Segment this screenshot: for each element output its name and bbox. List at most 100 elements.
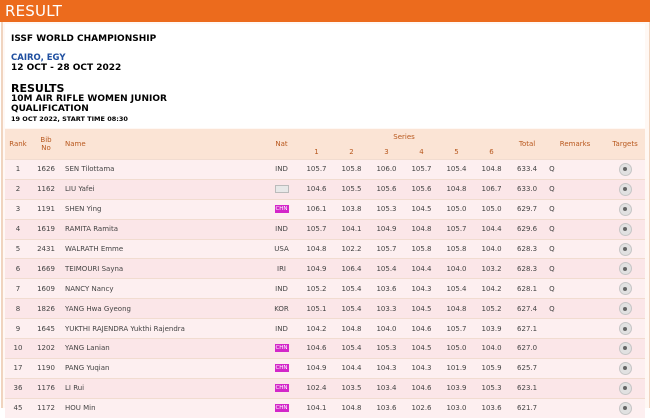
target-icon[interactable] (618, 322, 632, 336)
chn-flag-icon: CHN (274, 364, 289, 373)
event-info: ISSF WORLD CHAMPIONSHIP CAIRO, EGY 12 OC… (5, 24, 645, 128)
series-5-score: 104.8 (439, 298, 474, 319)
series-3-score: 105.6 (369, 178, 404, 200)
target-icon[interactable] (618, 302, 632, 316)
athlete-name: PANG Yuqian (61, 357, 264, 379)
series-3-score: 104.0 (369, 318, 404, 339)
target-icon[interactable] (618, 381, 632, 395)
nat-code: IND (275, 284, 288, 293)
series-1-score: 106.1 (299, 198, 334, 220)
col-rank: Rank (5, 129, 31, 160)
athlete-name: WALRATH Emme (61, 238, 264, 259)
target-icon[interactable] (618, 361, 632, 375)
series-3-score: 105.7 (369, 238, 404, 259)
targets-cell (605, 298, 646, 319)
total-cell: 625.7 (509, 357, 546, 379)
rank-cell: 9 (5, 318, 31, 339)
remarks-cell: Q (545, 298, 606, 319)
series-3-score: 104.9 (369, 218, 404, 240)
series-5-score: 105.0 (439, 338, 474, 359)
series-4-score: 105.8 (404, 238, 439, 259)
table-row: 4 1619 RAMITA Ramita IND 105.7 104.1 104.9 104.… (5, 218, 646, 240)
rank-cell: 10 (5, 338, 31, 359)
total-cell: 628.1 (509, 278, 546, 299)
targets-cell (605, 198, 646, 220)
series-1-score: 105.1 (299, 298, 334, 319)
series-3-score: 104.3 (369, 357, 404, 379)
remarks-cell: Q (545, 258, 606, 279)
total-cell: 629.6 (509, 218, 546, 240)
chn-flag-icon: CHN (274, 384, 289, 393)
table-row: 6 1669 TEIMOURI Sayna IRI 104.9 106.4 105.4 104… (5, 258, 646, 279)
targets-cell (605, 258, 646, 279)
series-4-score: 104.4 (404, 258, 439, 279)
series-5-score: 105.7 (439, 218, 474, 240)
series-5-score: 104.8 (439, 178, 474, 200)
total-cell: 627.1 (509, 318, 546, 339)
series-1-score: 102.4 (299, 377, 334, 399)
targets-cell (605, 238, 646, 259)
series-4-score: 104.3 (404, 278, 439, 299)
bib-cell: 2431 (31, 238, 61, 259)
total-cell: 628.3 (509, 238, 546, 259)
series-5-score: 105.8 (439, 238, 474, 259)
athlete-name: RAMITA Ramita (61, 218, 264, 240)
remarks-cell: Q (545, 178, 606, 200)
target-icon[interactable] (618, 282, 632, 296)
target-icon[interactable] (618, 222, 632, 236)
bib-cell: 1826 (31, 298, 61, 319)
series-4-score: 104.6 (404, 318, 439, 339)
series-2-score: 104.8 (334, 318, 369, 339)
series-3-score: 103.3 (369, 298, 404, 319)
targets-cell (605, 377, 646, 399)
target-icon[interactable] (618, 242, 632, 256)
series-5-score: 105.7 (439, 318, 474, 339)
target-icon[interactable] (618, 202, 632, 216)
athlete-name: SEN Tilottama (61, 159, 264, 180)
nat-cell: IND (264, 318, 299, 339)
remarks-cell (545, 377, 606, 399)
rank-cell: 3 (5, 198, 31, 220)
target-icon[interactable] (618, 182, 632, 196)
nat-cell: CHN (264, 377, 299, 399)
targets-cell (605, 318, 646, 339)
series-5-score: 105.4 (439, 278, 474, 299)
series-4-score: 104.6 (404, 377, 439, 399)
chn-flag-icon: CHN (274, 344, 289, 353)
result-header-bar: RESULT (0, 0, 650, 22)
series-4-score: 105.7 (404, 159, 439, 180)
rank-cell: 1 (5, 159, 31, 180)
targets-cell (605, 278, 646, 299)
series-2-score: 103.5 (334, 377, 369, 399)
series-1-score: 104.6 (299, 178, 334, 200)
target-icon[interactable] (618, 401, 632, 415)
target-icon[interactable] (618, 162, 632, 176)
remarks-cell: Q (545, 159, 606, 180)
rank-cell: 5 (5, 238, 31, 259)
series-2-score: 103.8 (334, 198, 369, 220)
total-cell: 628.3 (509, 258, 546, 279)
bib-cell: 1162 (31, 178, 61, 200)
rank-cell: 8 (5, 298, 31, 319)
nat-cell: USA (264, 238, 299, 259)
series-6-score: 106.7 (474, 178, 510, 200)
series-3-score: 103.6 (369, 278, 404, 299)
col-series-6: 6 (474, 144, 510, 160)
athlete-name: SHEN Ying (61, 198, 264, 220)
targets-cell (605, 159, 646, 180)
nat-cell: CHN (264, 338, 299, 359)
series-4-score: 105.6 (404, 178, 439, 200)
bib-cell: 1626 (31, 159, 61, 180)
rank-cell: 17 (5, 357, 31, 379)
chn-flag-icon: CHN (274, 404, 289, 413)
series-3-score: 106.0 (369, 159, 404, 180)
series-6-score: 104.8 (474, 159, 510, 180)
results-body: 1 1626 SEN Tilottama IND 105.7 105.8 106.0 105.… (5, 159, 646, 418)
athlete-name: YANG Lanian (61, 338, 264, 359)
series-4-score: 104.5 (404, 298, 439, 319)
target-icon[interactable] (618, 262, 632, 276)
table-row: 5 2431 WALRATH Emme USA 104.8 102.2 105.7 105.8… (5, 238, 646, 259)
col-targets: Targets (605, 129, 646, 160)
target-icon[interactable] (618, 341, 632, 355)
nat-code: IND (275, 324, 288, 333)
